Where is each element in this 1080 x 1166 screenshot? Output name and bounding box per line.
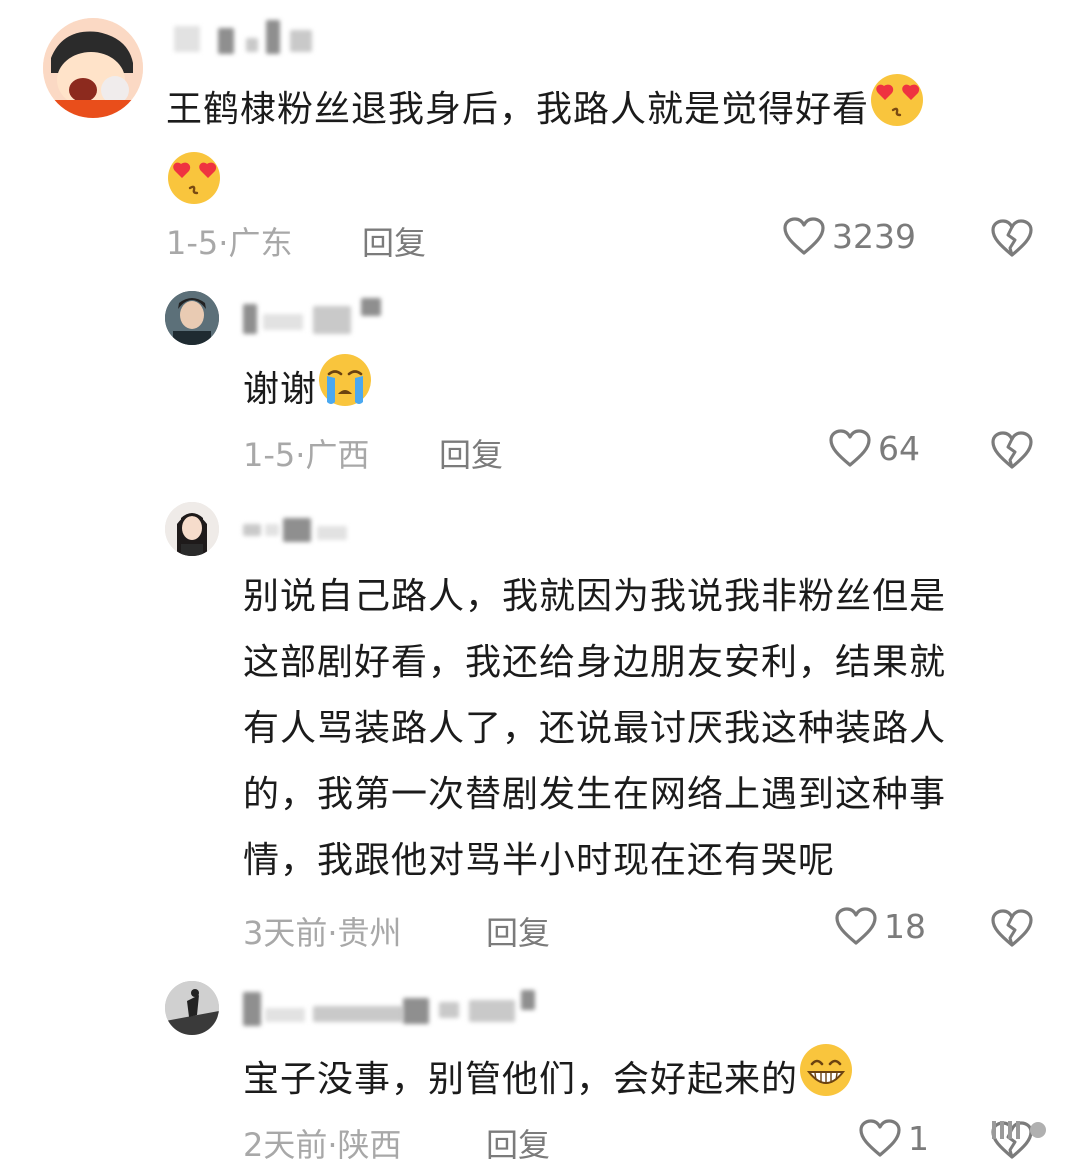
comment-text-line: 谢谢: [243, 369, 318, 410]
comment-text-line: 宝子没事，别管他们，会好起来的: [243, 1059, 799, 1100]
username-blurred[interactable]: [243, 510, 363, 550]
avatar[interactable]: [43, 18, 143, 118]
comment-text-line: 情，我跟他对骂半小时现在还有哭呢: [243, 840, 836, 881]
like-count: 1: [908, 1118, 929, 1158]
comment-meta: 1-5·广东: [166, 218, 292, 264]
like-button[interactable]: 18: [834, 906, 926, 946]
avatar[interactable]: [165, 291, 219, 345]
avatar[interactable]: [165, 981, 219, 1035]
comment-date: 1-5: [166, 224, 219, 262]
dislike-button[interactable]: [990, 218, 1032, 258]
comment-date: 3天前: [243, 914, 328, 952]
meta-separator: ·: [218, 224, 229, 262]
comment-text-line: 王鹤棣粉丝退我身后，我路人就是觉得好看: [166, 89, 870, 130]
comment-item: 宝子没事，别管他们，会好起来的 2天前·陕西 回复 1: [0, 970, 1080, 1164]
comment-text-line: 这部剧好看，我还给身边朋友安利，结果就: [243, 642, 947, 683]
avatar[interactable]: [165, 502, 219, 556]
comment-text-line: 的，我第一次替剧发生在网络上遇到这种事: [243, 774, 947, 815]
comment-location: 广东: [228, 224, 293, 262]
comment-location: 陕西: [337, 1126, 402, 1164]
crying-emoji: [317, 352, 373, 430]
heart-icon: [834, 906, 878, 946]
broken-heart-icon: [990, 908, 1034, 948]
reply-button[interactable]: 回复: [486, 908, 550, 954]
grinning-emoji: [798, 1042, 854, 1120]
comment-date: 2天前: [243, 1126, 328, 1164]
comment-date: 1-5: [243, 436, 296, 474]
meta-separator: ·: [327, 1126, 338, 1164]
comment-meta: 1-5·广西: [243, 430, 369, 476]
comment-meta: 2天前·陕西: [243, 1120, 402, 1166]
comment-text-line: 别说自己路人，我就因为我说我非粉丝但是: [243, 576, 947, 617]
heart-icon: [782, 216, 826, 256]
comment-text-line: 有人骂装路人了，还说最讨厌我这种装路人: [243, 708, 947, 749]
meta-separator: ·: [327, 914, 338, 952]
comment-meta: 3天前·贵州: [243, 908, 402, 954]
like-count: 64: [878, 428, 920, 468]
like-count: 18: [884, 906, 926, 946]
like-count: 3239: [832, 216, 916, 256]
username-blurred[interactable]: [243, 294, 393, 334]
meta-separator: ·: [295, 436, 306, 474]
broken-heart-icon: [990, 218, 1034, 258]
like-button[interactable]: 1: [858, 1118, 929, 1158]
comment-location: 广西: [305, 436, 370, 474]
comment-item: 别说自己路人，我就因为我说我非粉丝但是 这部剧好看，我还给身边朋友安利，结果就 …: [0, 490, 1080, 970]
like-button[interactable]: 64: [828, 428, 920, 468]
dislike-button[interactable]: [990, 430, 1032, 470]
reply-button[interactable]: 回复: [439, 430, 503, 476]
comment-item: 谢谢 1-5·广西 回复 64: [0, 280, 1080, 490]
heart-icon: [858, 1118, 902, 1158]
heart-icon: [828, 428, 872, 468]
broken-heart-icon: [990, 430, 1034, 470]
username-blurred[interactable]: [166, 16, 336, 56]
heart-eyes-emoji: [869, 72, 925, 150]
comment-text: 别说自己路人，我就因为我说我非粉丝但是 这部剧好看，我还给身边朋友安利，结果就 …: [243, 564, 1033, 894]
comment-text: 王鹤棣粉丝退我身后，我路人就是觉得好看: [166, 72, 1026, 228]
reply-button[interactable]: 回复: [486, 1120, 550, 1166]
dislike-button[interactable]: [990, 908, 1032, 948]
username-blurred[interactable]: [243, 986, 543, 1026]
kissing-heart-emoji: [166, 150, 222, 228]
comment-location: 贵州: [337, 914, 402, 952]
comment-item: 王鹤棣粉丝退我身后，我路人就是觉得好看 1-5·广东 回复 3239: [0, 0, 1080, 280]
comment-text: 宝子没事，别管他们，会好起来的: [243, 1042, 1043, 1120]
reply-button[interactable]: 回复: [362, 218, 426, 264]
like-button[interactable]: 3239: [782, 216, 916, 256]
watermark-logo: [992, 1119, 1052, 1141]
comment-text: 谢谢: [243, 352, 1023, 430]
